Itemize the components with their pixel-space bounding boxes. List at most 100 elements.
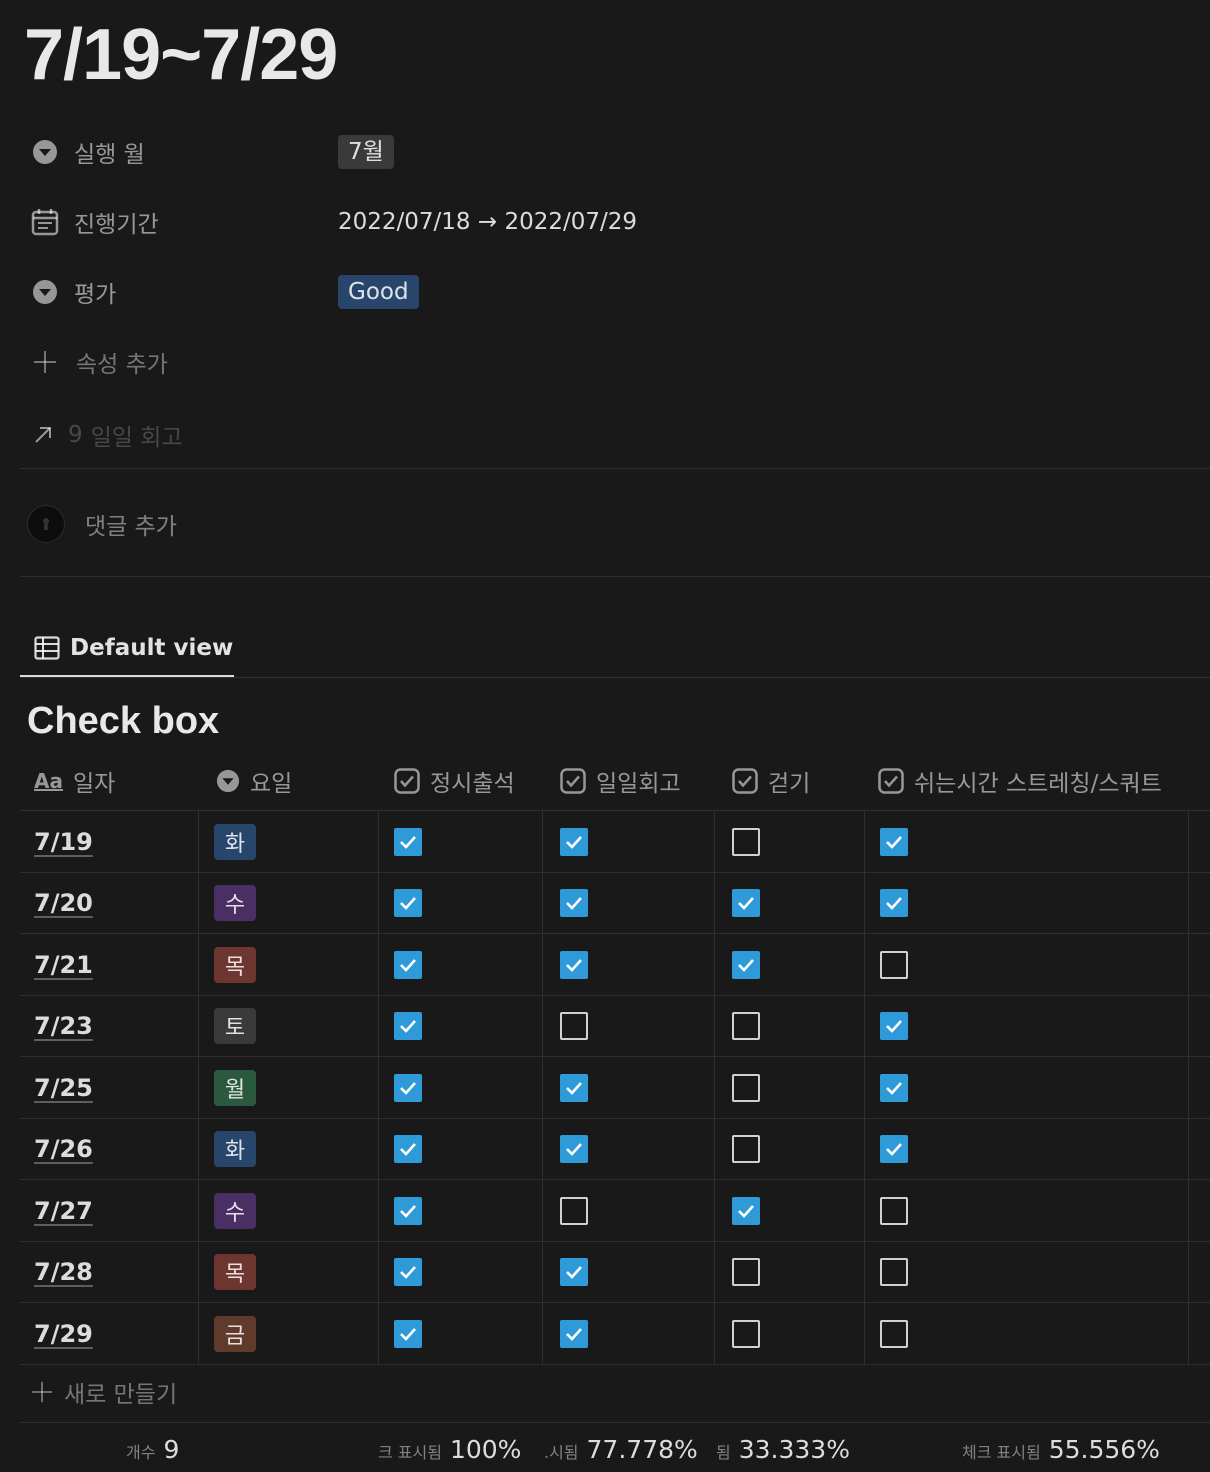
checkbox-cell-walking bbox=[732, 934, 760, 995]
day-cell[interactable]: 목 bbox=[214, 934, 256, 995]
tab-default-view-label: Default view bbox=[70, 634, 234, 661]
date-cell[interactable]: 7/20 bbox=[34, 873, 93, 934]
property-period-name[interactable]: 진행기간 bbox=[30, 205, 338, 239]
checkbox-checked[interactable] bbox=[394, 1258, 422, 1286]
column-header-day[interactable]: 요일 bbox=[216, 750, 292, 811]
calc-stretching[interactable]: 체크 표시됨 55.556% bbox=[962, 1435, 1160, 1464]
date-cell[interactable]: 7/29 bbox=[34, 1303, 93, 1364]
tab-default-view[interactable]: Default view bbox=[20, 620, 234, 678]
day-cell[interactable]: 토 bbox=[214, 996, 256, 1057]
checkbox-unchecked[interactable] bbox=[880, 1196, 908, 1225]
checkbox-checked[interactable] bbox=[880, 1135, 908, 1163]
property-rating-name[interactable]: 평가 bbox=[30, 275, 338, 309]
column-divider bbox=[378, 811, 379, 1364]
checkbox-checked[interactable] bbox=[394, 1012, 422, 1040]
checkbox-unchecked[interactable] bbox=[732, 1135, 760, 1163]
checkbox-checked[interactable] bbox=[732, 1196, 760, 1225]
rating-tag[interactable]: Good bbox=[338, 275, 419, 309]
checkbox-checked[interactable] bbox=[560, 950, 588, 979]
column-header-daily-review[interactable]: 일일회고 bbox=[560, 750, 681, 811]
day-tag: 목 bbox=[214, 946, 256, 983]
checkbox-checked[interactable] bbox=[880, 1073, 908, 1102]
add-comment-input[interactable]: 댓글 추가 bbox=[85, 507, 177, 541]
date-cell[interactable]: 7/28 bbox=[34, 1242, 93, 1303]
new-row-label: 새로 만들기 bbox=[64, 1382, 178, 1408]
checkbox-cell-walking bbox=[732, 996, 760, 1057]
checkbox-cell-stretching bbox=[880, 996, 908, 1057]
day-cell[interactable]: 월 bbox=[214, 1057, 256, 1118]
property-month[interactable]: 실행 월 7월 bbox=[30, 132, 1200, 172]
property-month-name[interactable]: 실행 월 bbox=[30, 135, 338, 169]
checkbox-checked[interactable] bbox=[560, 1073, 588, 1102]
checkbox-cell-attendance bbox=[394, 1057, 422, 1118]
date-cell[interactable]: 7/27 bbox=[34, 1180, 93, 1241]
checkbox-unchecked[interactable] bbox=[732, 1258, 760, 1286]
checkbox-unchecked[interactable] bbox=[880, 1319, 908, 1348]
new-row-button[interactable]: 새로 만들기 bbox=[30, 1375, 177, 1409]
checkbox-unchecked[interactable] bbox=[732, 827, 760, 856]
page-title[interactable]: 7/19~7/29 bbox=[24, 14, 338, 96]
checkbox-cell-attendance bbox=[394, 1242, 422, 1303]
date-cell[interactable]: 7/23 bbox=[34, 996, 93, 1057]
calc-count[interactable]: 개수 9 bbox=[126, 1435, 179, 1464]
checkbox-checked[interactable] bbox=[394, 889, 422, 917]
checkbox-checked[interactable] bbox=[560, 1135, 588, 1163]
checkbox-checked[interactable] bbox=[394, 950, 422, 979]
month-tag[interactable]: 7월 bbox=[338, 135, 394, 169]
checkbox-checked[interactable] bbox=[880, 1012, 908, 1040]
checkbox-cell-walking bbox=[732, 1180, 760, 1241]
day-cell[interactable]: 수 bbox=[214, 873, 256, 934]
checkbox-cell-daily-review bbox=[560, 1242, 588, 1303]
checkbox-unchecked[interactable] bbox=[880, 950, 908, 979]
checkbox-checked[interactable] bbox=[560, 827, 588, 856]
checkbox-unchecked[interactable] bbox=[560, 1012, 588, 1040]
column-header-walking[interactable]: 걷기 bbox=[732, 750, 810, 811]
checkbox-checked[interactable] bbox=[560, 1258, 588, 1286]
checkbox-checked[interactable] bbox=[880, 889, 908, 917]
relation-row[interactable]: 9 일일 회고 bbox=[30, 418, 183, 452]
date-cell[interactable]: 7/25 bbox=[34, 1057, 93, 1118]
checkbox-cell-stretching bbox=[880, 811, 908, 872]
checkbox-checked[interactable] bbox=[394, 1135, 422, 1163]
column-header-stretching[interactable]: 쉬는시간 스트레칭/스쿼트 bbox=[878, 750, 1162, 811]
period-value[interactable]: 2022/07/18 → 2022/07/29 bbox=[338, 209, 637, 235]
checkbox-checked[interactable] bbox=[394, 1196, 422, 1225]
checkbox-checked[interactable] bbox=[560, 1319, 588, 1348]
checkbox-checked[interactable] bbox=[732, 950, 760, 979]
checkbox-checked[interactable] bbox=[394, 827, 422, 856]
day-tag: 목 bbox=[214, 1254, 256, 1290]
checkbox-checked[interactable] bbox=[880, 827, 908, 856]
day-cell[interactable]: 화 bbox=[214, 811, 256, 872]
checkbox-cell-daily-review bbox=[560, 1180, 588, 1241]
checkbox-unchecked[interactable] bbox=[560, 1196, 588, 1225]
calc-attendance[interactable]: 크 표시됨 100% bbox=[378, 1435, 521, 1464]
date-cell[interactable]: 7/26 bbox=[34, 1119, 93, 1180]
day-cell[interactable]: 목 bbox=[214, 1242, 256, 1303]
date-cell[interactable]: 7/19 bbox=[34, 811, 93, 872]
checkbox-unchecked[interactable] bbox=[880, 1258, 908, 1286]
database-title[interactable]: Check box bbox=[27, 700, 219, 743]
checkbox-checked[interactable] bbox=[732, 889, 760, 917]
divider bbox=[20, 576, 1210, 577]
checkbox-checked[interactable] bbox=[394, 1073, 422, 1102]
calc-walking[interactable]: 됨 33.333% bbox=[716, 1435, 850, 1464]
checkbox-checked[interactable] bbox=[394, 1319, 422, 1348]
date-cell[interactable]: 7/21 bbox=[34, 934, 93, 995]
property-month-label: 실행 월 bbox=[74, 142, 145, 168]
add-comment-row[interactable]: 댓글 추가 bbox=[27, 505, 177, 543]
add-property-button[interactable]: 속성 추가 bbox=[30, 345, 168, 379]
checkbox-checked[interactable] bbox=[560, 889, 588, 917]
checkbox-unchecked[interactable] bbox=[732, 1073, 760, 1102]
day-cell[interactable]: 금 bbox=[214, 1303, 256, 1364]
calc-daily-review[interactable]: .시됨 77.778% bbox=[544, 1435, 698, 1464]
column-header-attendance[interactable]: 정시출석 bbox=[394, 750, 515, 811]
checkbox-unchecked[interactable] bbox=[732, 1319, 760, 1348]
checkbox-unchecked[interactable] bbox=[732, 1012, 760, 1040]
title-property-icon: Aa bbox=[34, 768, 63, 793]
property-period[interactable]: 진행기간 2022/07/18 → 2022/07/29 bbox=[30, 202, 1200, 242]
plus-icon bbox=[30, 349, 60, 375]
property-rating[interactable]: 평가 Good bbox=[30, 272, 1200, 312]
day-cell[interactable]: 수 bbox=[214, 1180, 256, 1241]
day-cell[interactable]: 화 bbox=[214, 1119, 256, 1180]
column-header-date[interactable]: Aa 일자 bbox=[34, 750, 115, 811]
